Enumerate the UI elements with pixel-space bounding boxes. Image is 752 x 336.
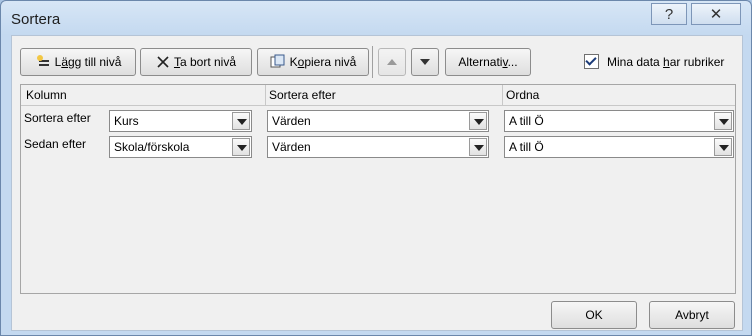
sort-dialog: Sortera ? ✕ Lägg till nivå Ta bort nivå … <box>0 0 752 336</box>
chevron-down-icon[interactable] <box>232 112 250 130</box>
order-select[interactable]: A till Ö <box>504 136 734 158</box>
sort-levels-grid: Kolumn Sortera efter Ordna Sortera efter… <box>20 84 736 294</box>
toolbar-separator <box>372 46 373 78</box>
copy-icon <box>270 54 285 68</box>
row-label: Sortera efter <box>24 111 91 125</box>
chevron-down-icon[interactable] <box>469 112 487 130</box>
sort-on-select[interactable]: Värden <box>267 136 489 158</box>
column-select-value: Skola/förskola <box>114 140 190 154</box>
column-header-kolumn: Kolumn <box>26 88 67 102</box>
dialog-title: Sortera <box>11 11 61 28</box>
chevron-down-icon[interactable] <box>714 112 732 130</box>
dialog-body: Lägg till nivå Ta bort nivå Kopiera nivå… <box>11 35 743 331</box>
header-divider <box>265 85 266 105</box>
order-select-value: A till Ö <box>509 140 544 154</box>
down-arrow-icon <box>420 59 430 65</box>
sort-on-select-value: Värden <box>272 114 311 128</box>
order-select-value: A till Ö <box>509 114 544 128</box>
column-header-order: Ordna <box>506 88 540 102</box>
add-level-button[interactable]: Lägg till nivå <box>20 48 136 76</box>
header-underline <box>21 105 735 106</box>
ok-button[interactable]: OK <box>551 301 637 329</box>
chevron-down-icon[interactable] <box>232 138 250 156</box>
delete-level-button[interactable]: Ta bort nivå <box>140 48 252 76</box>
sort-on-select[interactable]: Värden <box>267 110 489 132</box>
column-header-sort-on: Sortera efter <box>269 88 336 102</box>
close-button[interactable]: ✕ <box>691 3 741 25</box>
header-divider <box>502 85 503 105</box>
help-button[interactable]: ? <box>651 3 687 25</box>
column-select[interactable]: Kurs <box>109 110 252 132</box>
help-icon: ? <box>664 5 674 23</box>
chevron-down-icon[interactable] <box>469 138 487 156</box>
copy-level-button[interactable]: Kopiera nivå <box>257 48 369 76</box>
up-arrow-icon <box>387 59 397 65</box>
options-label: Alternativ... <box>458 55 518 69</box>
delete-icon <box>157 56 169 68</box>
copy-level-label: Kopiera nivå <box>289 55 357 69</box>
has-headers-checkbox[interactable]: Mina data har rubriker <box>584 54 724 69</box>
delete-level-label: Ta bort nivå <box>173 55 237 69</box>
add-level-icon <box>36 55 49 66</box>
order-select[interactable]: A till Ö <box>504 110 734 132</box>
options-button[interactable]: Alternativ... <box>445 48 531 76</box>
add-level-label: Lägg till nivå <box>54 55 122 69</box>
column-select-value: Kurs <box>114 114 139 128</box>
close-icon: ✕ <box>709 6 723 23</box>
checkbox-checked-icon[interactable] <box>584 54 599 69</box>
move-down-button[interactable] <box>411 48 439 76</box>
row-label: Sedan efter <box>24 137 87 151</box>
sort-on-select-value: Värden <box>272 140 311 154</box>
move-up-button[interactable] <box>378 48 406 76</box>
chevron-down-icon[interactable] <box>714 138 732 156</box>
cancel-button[interactable]: Avbryt <box>649 301 735 329</box>
column-select[interactable]: Skola/förskola <box>109 136 252 158</box>
has-headers-label: Mina data har rubriker <box>607 54 725 69</box>
